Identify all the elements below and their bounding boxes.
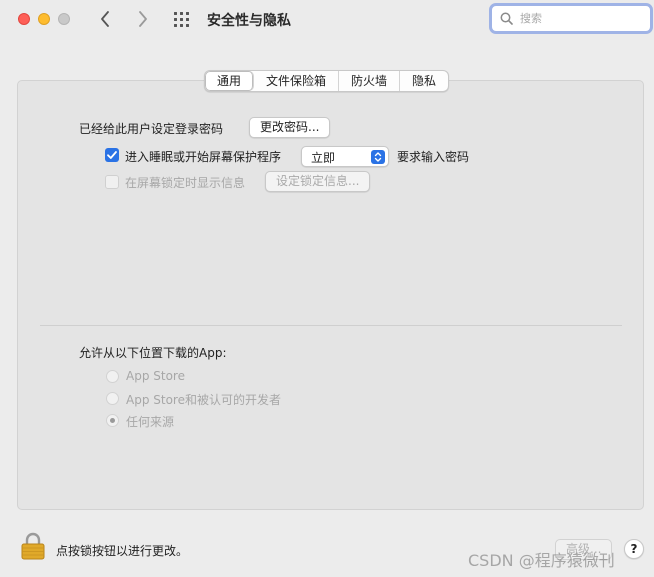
- back-button[interactable]: [94, 8, 116, 30]
- radio-app-store[interactable]: [106, 370, 119, 383]
- select-value: 立即: [311, 151, 336, 165]
- change-password-button[interactable]: 更改密码...: [249, 117, 331, 138]
- radio-app-store-identified-label: App Store和被认可的开发者: [126, 393, 281, 407]
- checkmark-icon: [107, 151, 117, 159]
- section-divider: [40, 325, 622, 326]
- chevron-right-icon: [139, 11, 147, 27]
- tab-firewall[interactable]: 防火墙: [339, 71, 401, 91]
- require-password-delay-select[interactable]: 立即: [301, 146, 389, 167]
- tab-general[interactable]: 通用: [205, 71, 255, 91]
- lock-icon: [21, 532, 45, 560]
- show-all-grid-icon[interactable]: [172, 10, 192, 30]
- close-window-button[interactable]: [18, 13, 30, 25]
- show-message-label: 在屏幕锁定时显示信息: [125, 176, 246, 190]
- zoom-window-button[interactable]: [58, 13, 70, 25]
- require-password-suffix: 要求输入密码: [397, 150, 470, 164]
- help-button[interactable]: ?: [624, 539, 644, 559]
- downloads-title: 允许从以下位置下载的App:: [79, 346, 227, 360]
- set-lock-message-button[interactable]: 设定锁定信息...: [265, 171, 371, 192]
- tab-filevault[interactable]: 文件保险箱: [254, 71, 340, 91]
- radio-anywhere[interactable]: [106, 414, 119, 427]
- forward-button[interactable]: [132, 8, 154, 30]
- lock-hint-text: 点按锁按钮以进行更改。: [56, 544, 189, 558]
- require-password-label: 进入睡眠或开始屏幕保护程序: [125, 150, 282, 164]
- show-message-checkbox[interactable]: [105, 175, 119, 189]
- window-title: 安全性与隐私: [207, 13, 291, 29]
- require-password-checkbox[interactable]: [105, 148, 119, 162]
- tab-bar: 通用 文件保险箱 防火墙 隐私: [204, 70, 450, 92]
- radio-anywhere-label: 任何来源: [126, 415, 175, 429]
- radio-app-store-identified[interactable]: [106, 392, 119, 405]
- title-bar: 安全性与隐私: [0, 0, 654, 40]
- search-icon: [500, 12, 513, 25]
- content-panel: [17, 80, 644, 510]
- search-input[interactable]: [520, 9, 640, 28]
- radio-app-store-label: App Store: [126, 369, 185, 383]
- password-set-label: 已经给此用户设定登录密码: [79, 122, 224, 136]
- chevron-left-icon: [101, 11, 109, 27]
- lock-button[interactable]: [20, 532, 46, 563]
- watermark-text: CSDN @程序猿微刊: [468, 551, 615, 570]
- stepper-chevrons-icon: [371, 150, 385, 164]
- search-field[interactable]: [489, 3, 653, 34]
- tab-privacy[interactable]: 隐私: [400, 71, 448, 91]
- minimize-window-button[interactable]: [38, 13, 50, 25]
